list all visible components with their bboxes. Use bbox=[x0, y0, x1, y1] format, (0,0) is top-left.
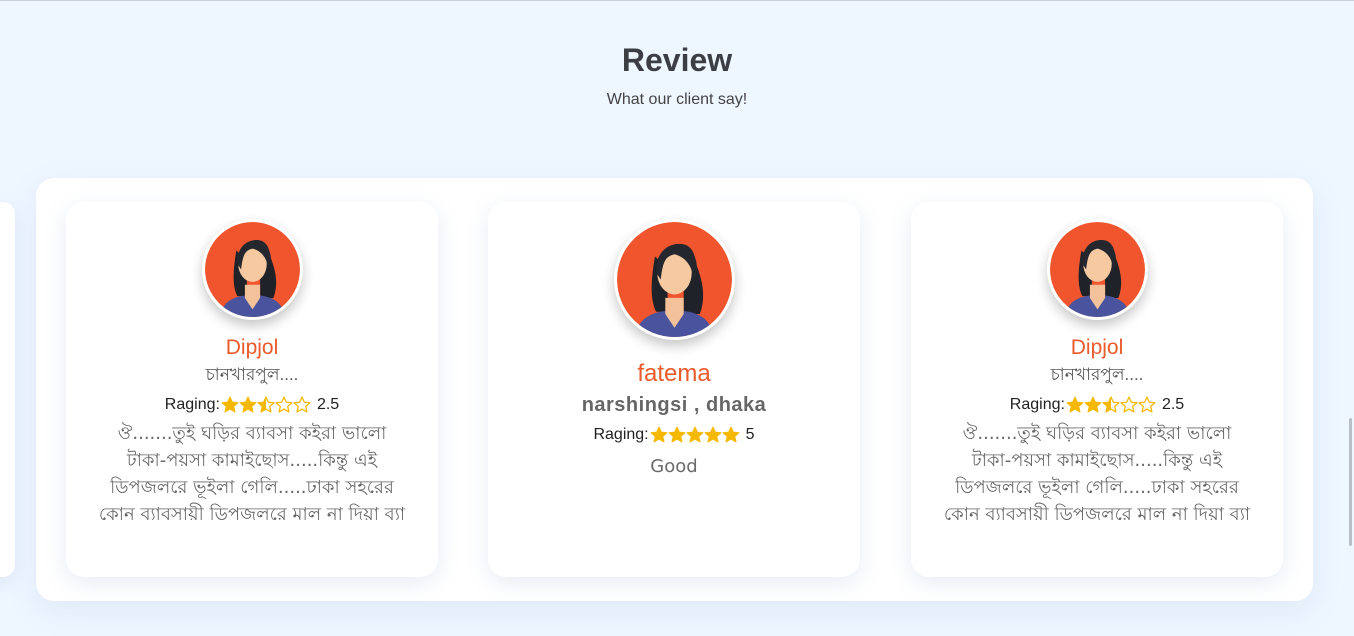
rating-row: Raging: 2.5 bbox=[911, 395, 1283, 415]
star-empty-icon bbox=[1138, 396, 1156, 413]
rating-row: Raging: 5 bbox=[488, 425, 860, 445]
review-text: Good bbox=[650, 456, 698, 477]
rating-value: 2.5 bbox=[1161, 396, 1185, 413]
review-carousel: Dipjol চানখারপুল.... Raging: 2.5 ঔ......… bbox=[36, 178, 1313, 601]
star-full-icon bbox=[1084, 396, 1102, 413]
star-full-icon bbox=[704, 426, 722, 443]
rating-value: 5 bbox=[745, 426, 755, 443]
reviewer-name: Dipjol bbox=[1070, 336, 1124, 359]
star-full-icon bbox=[239, 396, 257, 413]
section-title: Review bbox=[621, 42, 733, 78]
review-card: Dipjol চানখারপুল.... Raging: 2.5 ঔ......… bbox=[66, 202, 438, 577]
rating-row: Raging: 2.5 bbox=[66, 395, 438, 415]
star-half-icon bbox=[257, 396, 275, 413]
review-card: fatema narshingsi , dhaka Raging: 5 Good bbox=[488, 202, 860, 577]
woman-avatar-icon bbox=[1046, 219, 1148, 320]
rating-label: Raging: bbox=[164, 396, 220, 413]
review-card: Dipjol চানখারপুল.... Raging: 2.5 ঔ......… bbox=[911, 202, 1283, 577]
star-full-icon bbox=[686, 426, 704, 443]
woman-avatar-icon bbox=[613, 219, 735, 340]
reviewer-name: Dipjol bbox=[225, 336, 279, 359]
reviewer-name: fatema bbox=[637, 360, 711, 387]
review-text: ঔ.......তুই ঘড়ির ব্যাবসা কইরা ভালো টাকা… bbox=[98, 423, 406, 525]
star-rating bbox=[221, 396, 311, 414]
review-text: ঔ.......তুই ঘড়ির ব্যাবসা কইরা ভালো টাকা… bbox=[943, 423, 1251, 525]
reviewer-location: চানখারপুল.... bbox=[1050, 365, 1144, 384]
star-full-icon bbox=[221, 396, 239, 413]
section-subtitle: What our client say! bbox=[606, 91, 748, 108]
reviewer-location: চানখারপুল.... bbox=[205, 365, 299, 384]
star-full-icon bbox=[650, 426, 668, 443]
star-rating bbox=[1066, 396, 1156, 414]
top-divider bbox=[0, 0, 1354, 1]
star-full-icon bbox=[1066, 396, 1084, 413]
star-empty-icon bbox=[1120, 396, 1138, 413]
rating-label: Raging: bbox=[593, 426, 649, 443]
rating-value: 2.5 bbox=[316, 396, 340, 413]
previous-review-card-edge[interactable] bbox=[0, 202, 15, 577]
star-empty-icon bbox=[275, 396, 293, 413]
rating-label: Raging: bbox=[1009, 396, 1065, 413]
reviewer-location: narshingsi , dhaka bbox=[581, 394, 767, 416]
page-scrollbar[interactable] bbox=[1349, 418, 1352, 546]
woman-avatar-icon bbox=[201, 219, 303, 320]
star-rating bbox=[650, 426, 740, 444]
star-full-icon bbox=[668, 426, 686, 443]
star-empty-icon bbox=[293, 396, 311, 413]
star-half-icon bbox=[1102, 396, 1120, 413]
star-full-icon bbox=[722, 426, 740, 443]
